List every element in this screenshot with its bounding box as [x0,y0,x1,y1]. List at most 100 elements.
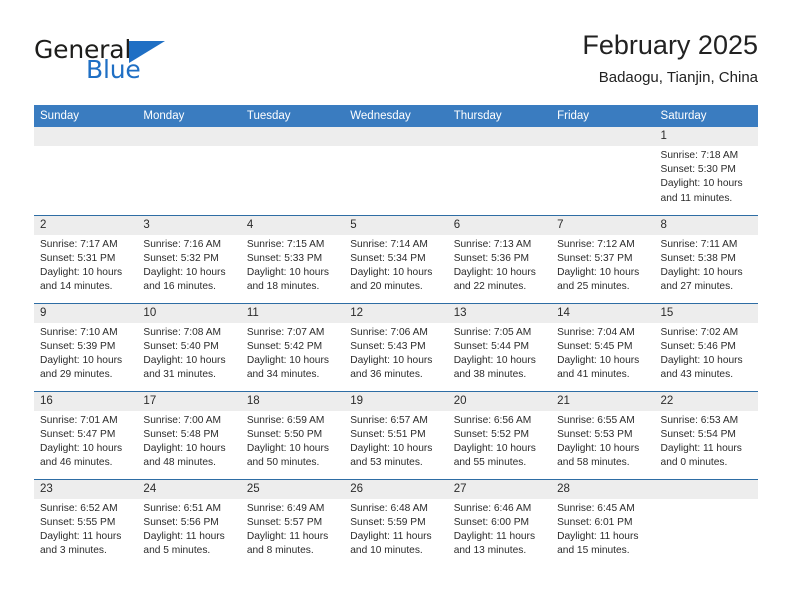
day-number: 8 [654,215,758,235]
page-title: February 2025 [582,30,758,60]
daylight-duration: Daylight: 10 hours and 41 minutes. [557,354,640,381]
calendar-day-cell[interactable]: 18 Sunrise: 6:59 AM Sunset: 5:50 PM Dayligh… [240,390,345,479]
calendar-day-cell[interactable]: 27 Sunrise: 6:46 AM Sunset: 6:00 PM Dayligh… [447,478,552,567]
calendar-day-cell[interactable]: 22 Sunrise: 6:53 AM Sunset: 5:54 PM Dayligh… [654,390,758,479]
day-sun-details: Sunrise: 7:14 AM Sunset: 5:34 PM Daylight:… [344,235,447,295]
calendar-cell-empty [344,127,448,215]
calendar-day-cell[interactable]: 17 Sunrise: 7:00 AM Sunset: 5:48 PM Dayligh… [137,390,241,479]
day-number [551,127,655,146]
calendar-day-cell[interactable]: 3 Sunrise: 7:16 AM Sunset: 5:32 PM Daylight… [137,214,241,303]
sunrise-time: Sunrise: 6:55 AM [557,414,635,426]
sunrise-time: Sunrise: 6:45 AM [557,502,635,514]
column-header-saturday: Saturday [654,105,758,127]
calendar-day-cell[interactable]: 6 Sunrise: 7:13 AM Sunset: 5:36 PM Daylight… [447,214,552,303]
calendar-day-cell[interactable]: 28 Sunrise: 6:45 AM Sunset: 6:01 PM Dayligh… [551,478,655,568]
calendar-day-cell[interactable]: 24 Sunrise: 6:51 AM Sunset: 5:56 PM Dayligh… [137,478,241,567]
sunrise-time: Sunrise: 7:01 AM [40,414,118,426]
logo-text-blue: Blue [86,55,141,84]
calendar-cell-empty [240,127,345,215]
day-sun-details: Sunrise: 6:48 AM Sunset: 5:59 PM Daylight:… [344,499,447,559]
sunrise-time: Sunrise: 6:52 AM [40,502,118,514]
calendar-day-cell[interactable]: 14 Sunrise: 7:04 AM Sunset: 5:45 PM Dayligh… [551,302,655,391]
day-cell-inner: 2 Sunrise: 7:17 AM Sunset: 5:31 PM Daylight… [34,215,138,303]
sunset-time: Sunset: 5:37 PM [557,252,633,264]
calendar-day-cell[interactable]: 20 Sunrise: 6:56 AM Sunset: 5:52 PM Dayligh… [447,390,552,479]
day-cell-inner: 6 Sunrise: 7:13 AM Sunset: 5:36 PM Daylight… [447,215,552,303]
daylight-duration: Daylight: 11 hours and 5 minutes. [143,530,225,557]
daylight-duration: Daylight: 10 hours and 29 minutes. [40,354,123,381]
day-sun-details: Sunrise: 7:08 AM Sunset: 5:40 PM Daylight:… [137,323,240,383]
sunset-time: Sunset: 5:56 PM [143,516,219,528]
day-cell-inner [137,127,241,215]
daylight-duration: Daylight: 10 hours and 46 minutes. [40,442,123,469]
sunrise-time: Sunrise: 7:11 AM [660,238,738,250]
day-sun-details: Sunrise: 6:49 AM Sunset: 5:57 PM Daylight:… [241,499,344,559]
sunset-time: Sunset: 5:33 PM [246,252,323,264]
sunset-time: Sunset: 5:59 PM [350,516,426,528]
calendar-day-cell[interactable]: 15 Sunrise: 7:02 AM Sunset: 5:46 PM Dayligh… [654,302,758,391]
day-cell-inner: 25 Sunrise: 6:49 AM Sunset: 5:57 PM Dayligh… [240,479,345,568]
day-number: 6 [447,215,552,235]
column-header-friday: Friday [551,105,655,127]
calendar-day-cell[interactable]: 9 Sunrise: 7:10 AM Sunset: 5:39 PM Daylight… [34,302,138,391]
sunset-time: Sunset: 5:55 PM [40,516,116,528]
sunrise-time: Sunrise: 7:07 AM [246,326,325,338]
day-cell-inner: 4 Sunrise: 7:15 AM Sunset: 5:33 PM Daylight… [240,215,345,303]
calendar-day-cell[interactable]: 2 Sunrise: 7:17 AM Sunset: 5:31 PM Daylight… [34,214,138,303]
sunset-time: Sunset: 5:46 PM [660,340,736,352]
sunrise-time: Sunrise: 7:14 AM [350,238,428,250]
day-number: 4 [240,215,345,235]
sunset-time: Sunset: 5:44 PM [453,340,530,352]
calendar-day-cell[interactable]: 23 Sunrise: 6:52 AM Sunset: 5:55 PM Dayligh… [34,478,138,567]
day-number: 22 [654,391,758,411]
calendar-day-cell[interactable]: 1 Sunrise: 7:18 AM Sunset: 5:30 PM Daylight… [654,127,758,215]
day-number: 19 [344,391,448,411]
day-sun-details: Sunrise: 7:17 AM Sunset: 5:31 PM Daylight:… [34,235,137,295]
daylight-duration: Daylight: 10 hours and 20 minutes. [350,266,433,293]
day-cell-inner: 14 Sunrise: 7:04 AM Sunset: 5:45 PM Dayligh… [551,303,655,391]
daylight-duration: Daylight: 10 hours and 16 minutes. [143,266,226,293]
calendar-day-cell[interactable]: 8 Sunrise: 7:11 AM Sunset: 5:38 PM Daylight… [654,214,758,303]
day-sun-details: Sunrise: 7:02 AM Sunset: 5:46 PM Daylight:… [655,323,758,383]
calendar-header-row: Sunday Monday Tuesday Wednesday Thursday Frid… [34,105,758,127]
calendar-day-cell[interactable]: 13 Sunrise: 7:05 AM Sunset: 5:44 PM Dayligh… [447,302,552,391]
calendar-week-row: 9 Sunrise: 7:10 AM Sunset: 5:39 PM Daylight… [34,302,758,391]
day-cell-inner: 20 Sunrise: 6:56 AM Sunset: 5:52 PM Dayligh… [447,391,552,479]
calendar-week-row: 23 Sunrise: 6:52 AM Sunset: 5:55 PM Dayligh… [34,478,758,568]
day-cell-inner: 26 Sunrise: 6:48 AM Sunset: 5:59 PM Dayligh… [344,479,448,568]
daylight-duration: Daylight: 11 hours and 3 minutes. [40,530,122,557]
calendar-cell-empty [34,127,138,215]
sunrise-time: Sunrise: 7:05 AM [453,326,532,338]
day-number: 25 [240,479,345,499]
sunrise-time: Sunrise: 7:06 AM [350,326,428,338]
calendar-day-cell[interactable]: 19 Sunrise: 6:57 AM Sunset: 5:51 PM Dayligh… [344,390,448,479]
calendar-day-cell[interactable]: 4 Sunrise: 7:15 AM Sunset: 5:33 PM Daylight… [240,214,345,303]
calendar-day-cell[interactable]: 25 Sunrise: 6:49 AM Sunset: 5:57 PM Dayligh… [240,478,345,568]
daylight-duration: Daylight: 10 hours and 14 minutes. [40,266,123,293]
day-number: 13 [447,303,552,323]
calendar-cell-empty [551,127,655,215]
calendar-day-cell[interactable]: 16 Sunrise: 7:01 AM Sunset: 5:47 PM Dayligh… [34,390,138,479]
calendar-day-cell[interactable]: 26 Sunrise: 6:48 AM Sunset: 5:59 PM Dayligh… [344,478,448,568]
calendar-week-row: 2 Sunrise: 7:17 AM Sunset: 5:31 PM Daylight… [34,214,758,303]
calendar-page: General Blue February 2025 Badaogu, Tian… [0,0,792,612]
day-number: 20 [447,391,552,411]
day-sun-details: Sunrise: 7:15 AM Sunset: 5:33 PM Daylight:… [241,235,344,295]
day-cell-inner: 7 Sunrise: 7:12 AM Sunset: 5:37 PM Daylight… [551,215,655,303]
sunrise-time: Sunrise: 7:04 AM [557,326,635,338]
sunrise-time: Sunrise: 6:48 AM [350,502,428,514]
sunset-time: Sunset: 5:34 PM [350,252,426,264]
calendar-day-cell[interactable]: 12 Sunrise: 7:06 AM Sunset: 5:43 PM Dayligh… [344,302,448,391]
calendar-day-cell[interactable]: 7 Sunrise: 7:12 AM Sunset: 5:37 PM Daylight… [551,214,655,303]
calendar-day-cell[interactable]: 5 Sunrise: 7:14 AM Sunset: 5:34 PM Daylight… [344,214,448,303]
calendar-day-cell[interactable]: 10 Sunrise: 7:08 AM Sunset: 5:40 PM Dayligh… [137,302,241,391]
sunset-time: Sunset: 5:47 PM [40,428,116,440]
column-header-sunday: Sunday [34,105,138,127]
calendar-day-cell[interactable]: 21 Sunrise: 6:55 AM Sunset: 5:53 PM Dayligh… [551,390,655,479]
day-number: 7 [551,215,655,235]
calendar-day-cell[interactable]: 11 Sunrise: 7:07 AM Sunset: 5:42 PM Dayligh… [240,302,345,391]
daylight-duration: Daylight: 10 hours and 55 minutes. [453,442,536,469]
day-sun-details: Sunrise: 7:05 AM Sunset: 5:44 PM Daylight:… [448,323,551,383]
day-cell-inner: 28 Sunrise: 6:45 AM Sunset: 6:01 PM Dayligh… [551,479,655,568]
day-number: 1 [654,127,758,146]
